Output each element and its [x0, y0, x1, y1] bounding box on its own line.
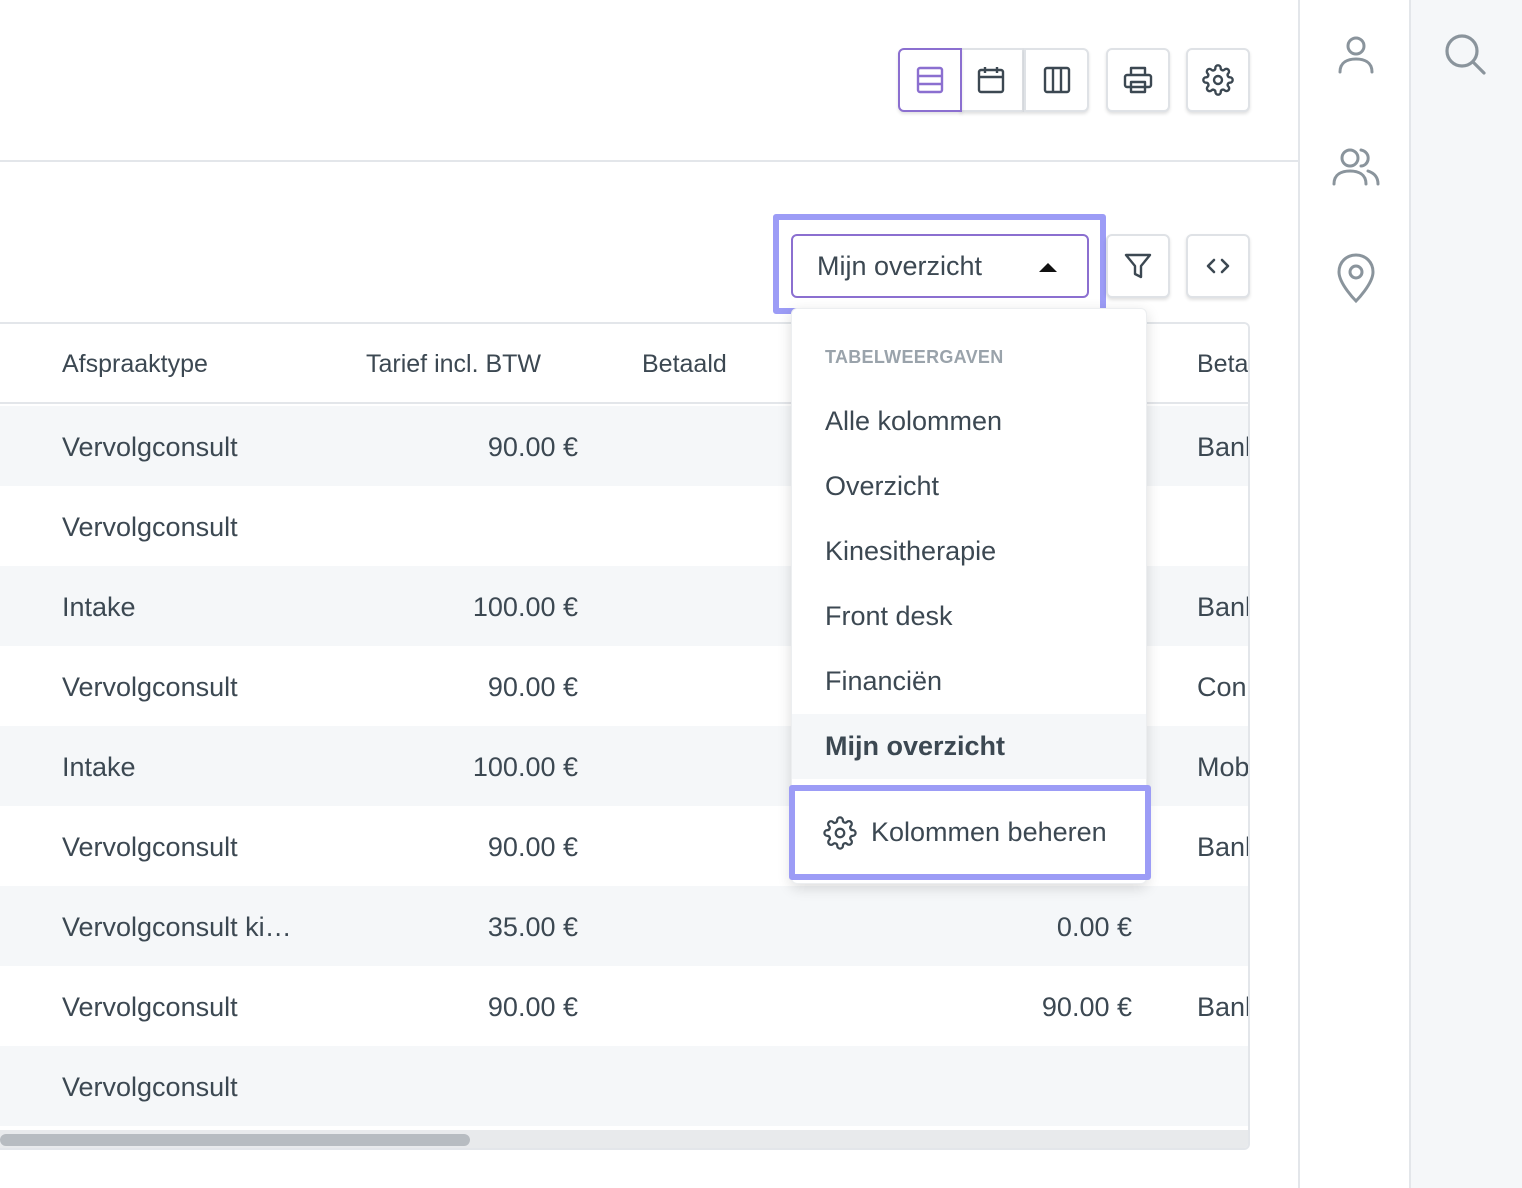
cell-appointment-type: Intake — [62, 592, 136, 622]
columns-view-button[interactable] — [1024, 48, 1089, 112]
cell-price: 90.00 € — [487, 832, 578, 862]
cell-appointment-type: Vervolgconsult ki… — [62, 912, 292, 942]
cell-paid-amount: 90.00 € — [1041, 992, 1132, 1022]
cell-price: 90.00 € — [487, 432, 578, 462]
printer-icon — [1123, 66, 1153, 94]
search-button[interactable] — [1437, 26, 1493, 82]
print-button[interactable] — [1106, 48, 1170, 112]
menu-item-kinesitherapie[interactable]: Kinesitherapie — [792, 519, 1146, 584]
calendar-view-icon — [977, 67, 1005, 94]
view-selector-value: Mijn overzicht — [817, 250, 983, 281]
cell-payment-method: Banl — [1197, 432, 1249, 462]
columns-view-icon — [1043, 66, 1070, 94]
caret-up-icon — [1039, 263, 1057, 272]
filter-icon — [1124, 253, 1152, 279]
cell-payment-method: Con — [1197, 672, 1247, 702]
list-view-button[interactable] — [898, 48, 962, 112]
sidebar-user-button[interactable] — [1328, 26, 1384, 82]
menu-item-alle-kolommen[interactable]: Alle kolommen — [792, 389, 1146, 454]
menu-item-overzicht[interactable]: Overzicht — [792, 454, 1146, 519]
user-icon — [1338, 36, 1374, 74]
search-panel — [1411, 0, 1522, 1188]
cell-appointment-type: Vervolgconsult — [62, 1072, 238, 1102]
location-pin-icon — [1337, 253, 1375, 304]
cell-appointment-type: Intake — [62, 752, 136, 782]
cell-price: 100.00 € — [472, 752, 578, 782]
right-sidebar — [1298, 0, 1411, 1188]
scrollbar-thumb[interactable] — [0, 1134, 470, 1146]
cell-appointment-type: Vervolgconsult — [62, 672, 238, 702]
view-selector-dropdown[interactable]: Mijn overzicht — [791, 234, 1089, 298]
column-header-paid[interactable]: Betaald — [642, 350, 727, 379]
cell-appointment-type: Vervolgconsult — [62, 832, 238, 862]
column-header-method[interactable]: Beta — [1197, 350, 1248, 379]
horizontal-scrollbar[interactable] — [0, 1130, 1248, 1148]
cell-appointment-type: Vervolgconsult — [62, 512, 238, 542]
code-button[interactable] — [1186, 234, 1250, 298]
dropdown-section-header: TABELWEERGAVEN — [825, 347, 1004, 367]
column-header-type[interactable]: Afspraaktype — [62, 350, 208, 379]
menu-item-front-desk[interactable]: Front desk — [792, 584, 1146, 649]
table-row[interactable]: Vervolgconsult ki… 35.00 € 0.00 € — [0, 886, 1248, 966]
cell-paid-amount: 0.00 € — [1056, 912, 1132, 942]
cell-appointment-type: Vervolgconsult — [62, 432, 238, 462]
users-icon — [1332, 148, 1380, 186]
header-divider — [0, 160, 1298, 162]
cell-payment-method: Banl — [1197, 832, 1249, 862]
filter-button[interactable] — [1106, 234, 1170, 298]
cell-price: 100.00 € — [472, 592, 578, 622]
cell-payment-method: Banl — [1197, 992, 1249, 1022]
manage-columns-label: Kolommen beheren — [871, 817, 1107, 847]
cell-payment-method: Banl — [1197, 592, 1249, 622]
list-view-icon — [916, 66, 944, 94]
settings-button[interactable] — [1186, 48, 1250, 112]
cell-price: 35.00 € — [487, 912, 578, 942]
manage-columns-button[interactable]: Kolommen beheren — [789, 785, 1151, 880]
main-panel: Afspraaktype Tarief incl. BTW Betaald Be… — [0, 0, 1298, 1188]
sidebar-users-button[interactable] — [1328, 138, 1384, 194]
menu-item-mijn-overzicht[interactable]: Mijn overzicht — [792, 714, 1146, 779]
search-icon — [1445, 34, 1486, 75]
cell-payment-method: Mob — [1197, 752, 1249, 782]
cell-price: 90.00 € — [487, 992, 578, 1022]
calendar-view-button[interactable] — [960, 48, 1024, 112]
sidebar-location-button[interactable] — [1328, 250, 1384, 306]
gear-icon — [1202, 64, 1234, 96]
table-row[interactable]: Vervolgconsult — [0, 1046, 1248, 1126]
cell-appointment-type: Vervolgconsult — [62, 992, 238, 1022]
code-icon — [1206, 258, 1230, 274]
table-row[interactable]: Vervolgconsult 90.00 € 90.00 € Banl — [0, 966, 1249, 1046]
cell-price: 90.00 € — [487, 672, 578, 702]
column-header-price[interactable]: Tarief incl. BTW — [366, 350, 541, 379]
gear-icon — [823, 815, 857, 850]
menu-item-financien[interactable]: Financiën — [792, 649, 1146, 714]
